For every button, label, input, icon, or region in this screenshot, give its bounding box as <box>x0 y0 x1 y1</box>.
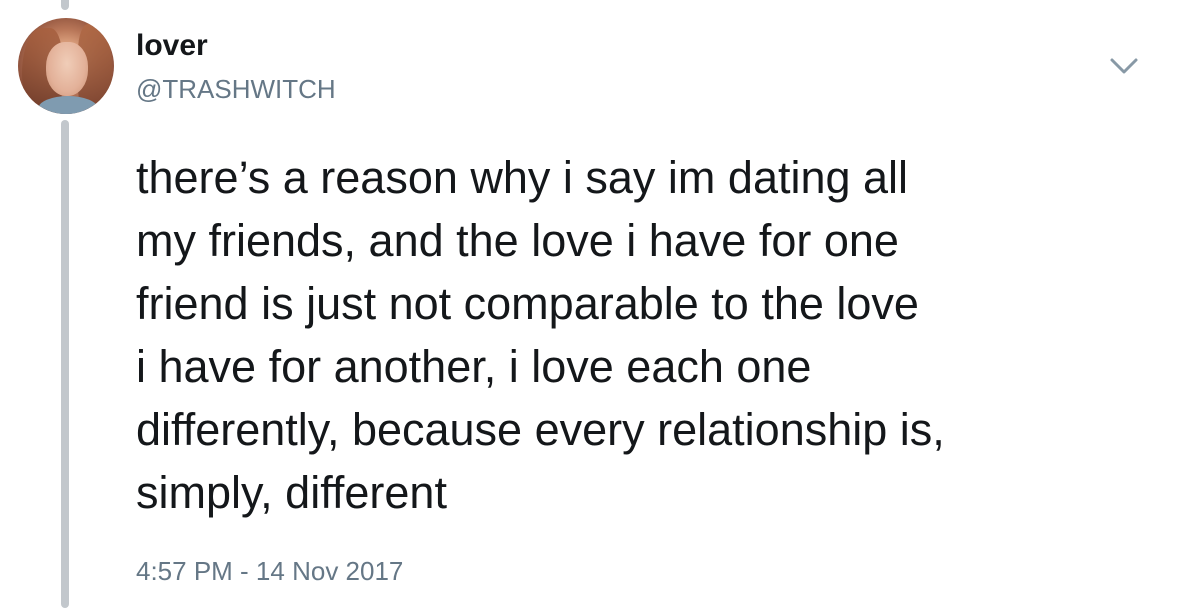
avatar-face <box>46 42 88 96</box>
avatar[interactable] <box>18 18 114 114</box>
tweet-timestamp[interactable]: 4:57 PM - 14 Nov 2017 <box>136 554 403 588</box>
thread-line <box>61 120 69 608</box>
display-name[interactable]: lover <box>136 28 208 64</box>
chevron-down-icon-svg <box>1110 58 1138 74</box>
tweet-text: there’s a reason why i say im dating all… <box>136 152 945 518</box>
chevron-down-icon[interactable] <box>1106 52 1142 80</box>
user-handle[interactable]: @TRASHWITCH <box>136 72 336 106</box>
thread-line-top <box>61 0 69 10</box>
tweet-card: lover @TRASHWITCH there’s a reason why i… <box>0 0 1178 608</box>
